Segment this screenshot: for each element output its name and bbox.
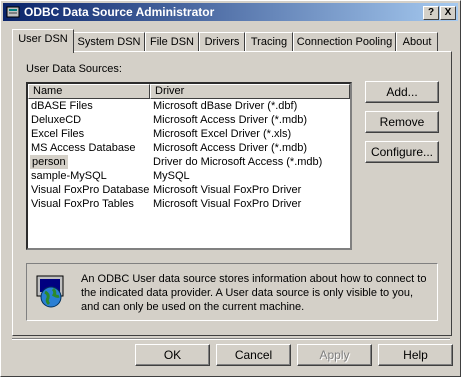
column-header-driver[interactable]: Driver: [150, 84, 350, 99]
help-title-button[interactable]: ?: [423, 6, 439, 20]
remove-button[interactable]: Remove: [365, 111, 439, 133]
tab-about[interactable]: About: [396, 32, 438, 52]
remove-button-label: Remove: [379, 115, 425, 129]
list-item-driver: Microsoft Visual FoxPro Driver: [153, 184, 302, 196]
list-item[interactable]: Visual FoxPro Database Microsoft Visual …: [28, 183, 350, 197]
ok-button[interactable]: OK: [135, 344, 210, 366]
help-button-label: Help: [403, 348, 428, 362]
cancel-button[interactable]: Cancel: [216, 344, 291, 366]
list-item-name: dBASE Files: [31, 100, 93, 112]
odbc-app-icon: [6, 6, 20, 18]
tab-file-dsn[interactable]: File DSN: [145, 32, 199, 52]
close-title-button[interactable]: X: [440, 6, 456, 20]
title-bar[interactable]: ODBC Data Source Administrator ? X: [3, 3, 458, 21]
list-item-name: DeluxeCD: [31, 114, 82, 126]
list-item-name: MS Access Database: [31, 142, 136, 154]
info-text: An ODBC User data source stores informat…: [81, 273, 427, 313]
add-button[interactable]: Add...: [365, 81, 439, 103]
list-item-name: Visual FoxPro Tables: [31, 198, 134, 210]
list-item-driver: Microsoft dBase Driver (*.dbf): [153, 100, 298, 112]
cancel-button-label: Cancel: [234, 348, 273, 362]
window-title: ODBC Data Source Administrator: [24, 5, 215, 19]
list-item-driver: Microsoft Excel Driver (*.xls): [153, 128, 292, 140]
configure-button[interactable]: Configure...: [365, 141, 439, 163]
configure-button-label: Configure...: [370, 145, 434, 159]
list-item[interactable]: DeluxeCD Microsoft Access Driver (*.mdb): [28, 113, 350, 127]
help-button[interactable]: Help: [378, 344, 453, 366]
tab-system-dsn[interactable]: System DSN: [73, 32, 145, 52]
list-item-driver: Microsoft Access Driver (*.mdb): [153, 114, 308, 126]
list-item-driver: Microsoft Access Driver (*.mdb): [153, 142, 308, 154]
list-item-name: person: [30, 155, 68, 169]
list-item[interactable]: MS Access Database Microsoft Access Driv…: [28, 141, 350, 155]
list-item-name: sample-MySQL: [31, 170, 107, 182]
odbc-window: ODBC Data Source Administrator ? X User …: [0, 0, 461, 377]
apply-button-label: Apply: [319, 348, 350, 362]
data-source-list[interactable]: Name Driver dBASE Files Microsoft dBase …: [26, 82, 352, 250]
list-item[interactable]: Visual FoxPro Tables Microsoft Visual Fo…: [28, 197, 350, 211]
globe-computer-icon: [36, 275, 64, 308]
list-item-selected[interactable]: person Driver do Microsoft Access (*.mdb…: [28, 155, 350, 169]
list-item-name: Excel Files: [31, 128, 85, 140]
list-item-driver: Driver do Microsoft Access (*.mdb): [153, 156, 323, 168]
apply-button[interactable]: Apply: [297, 344, 372, 366]
list-item[interactable]: dBASE Files Microsoft dBase Driver (*.db…: [28, 99, 350, 113]
list-item[interactable]: sample-MySQL MySQL: [28, 169, 350, 183]
tab-user-dsn[interactable]: User DSN: [12, 29, 74, 53]
tab-tracing[interactable]: Tracing: [245, 32, 293, 52]
tab-connection-pooling[interactable]: Connection Pooling: [293, 32, 396, 52]
list-item-name: Visual FoxPro Database: [31, 184, 150, 196]
tab-drivers[interactable]: Drivers: [199, 32, 245, 52]
info-box: An ODBC User data source stores informat…: [26, 263, 438, 321]
column-header-name[interactable]: Name: [28, 84, 150, 99]
add-button-label: Add...: [386, 85, 418, 99]
list-item-driver: MySQL: [153, 170, 190, 182]
list-item[interactable]: Excel Files Microsoft Excel Driver (*.xl…: [28, 127, 350, 141]
list-item-driver: Microsoft Visual FoxPro Driver: [153, 198, 302, 210]
footer-divider: [12, 338, 450, 340]
user-data-sources-label: User Data Sources:: [26, 63, 122, 75]
ok-button-label: OK: [163, 348, 182, 362]
